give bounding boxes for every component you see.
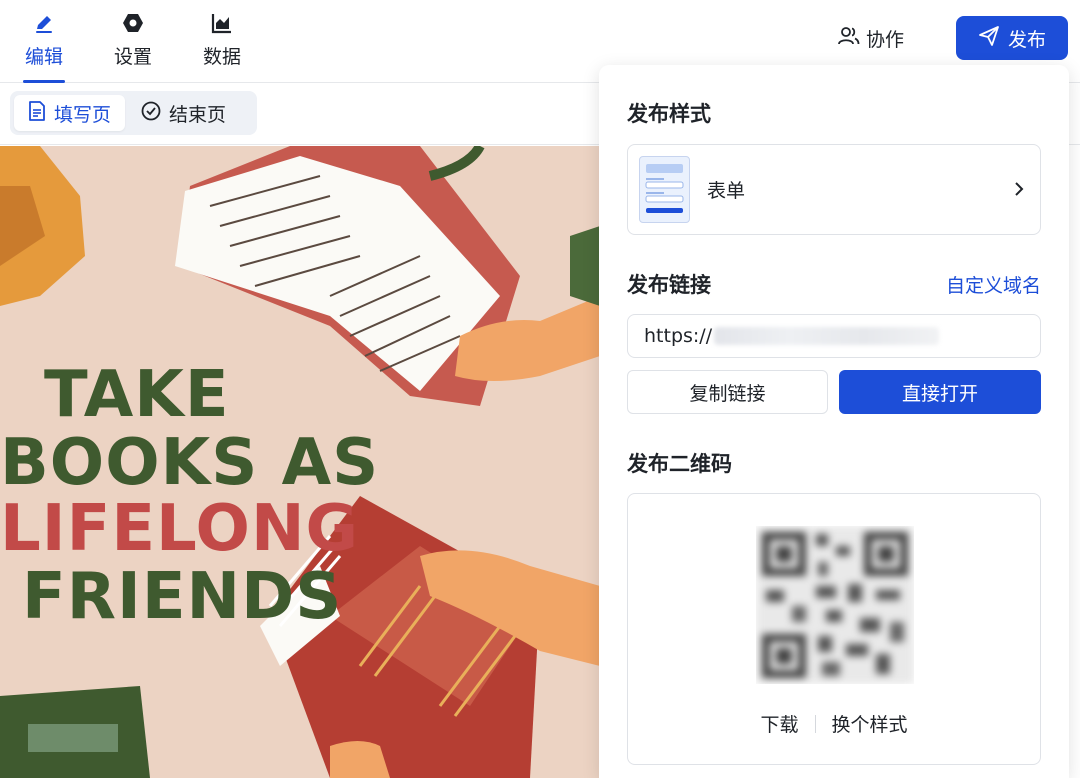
- page-segmented-control: 填写页 结束页: [10, 91, 257, 135]
- change-qr-style-button[interactable]: 换个样式: [832, 710, 908, 737]
- publish-style-selector[interactable]: 表单: [627, 144, 1041, 235]
- qr-code-image: [756, 526, 914, 684]
- tab-data[interactable]: 数据: [199, 0, 245, 83]
- tab-settings-label: 设置: [113, 46, 152, 68]
- fill-page-label: 填写页: [54, 103, 112, 126]
- chart-icon: [211, 12, 233, 34]
- pencil-icon: [33, 12, 55, 34]
- divider: [814, 714, 816, 733]
- poster-line-1: TAKE: [44, 358, 230, 432]
- tab-data-label: 数据: [202, 46, 241, 68]
- hexagon-gear-icon: [122, 12, 144, 34]
- form-canvas[interactable]: TAKE BOOKS AS LIFELONG FRIENDS: [0, 146, 600, 778]
- form-style-thumbnail: [639, 156, 690, 223]
- publish-popover: 发布样式 表单 发布链接 自定义域名 https:// 复制链接 直接打开 发布…: [599, 65, 1069, 778]
- open-link-button[interactable]: 直接打开: [839, 370, 1041, 414]
- tab-edit-label: 编辑: [24, 46, 63, 68]
- qr-actions: 下载 换个样式: [628, 710, 1040, 737]
- url-redacted: [714, 327, 940, 345]
- poster-line-2: BOOKS AS: [0, 426, 380, 500]
- custom-domain-link[interactable]: 自定义域名: [946, 271, 1041, 298]
- users-icon: [838, 25, 860, 52]
- tab-settings[interactable]: 设置: [110, 0, 156, 83]
- end-page-tab[interactable]: 结束页: [127, 95, 240, 131]
- publish-style-title: 发布样式: [627, 102, 711, 126]
- collaborate-label: 协作: [866, 28, 905, 51]
- download-qr-button[interactable]: 下载: [760, 710, 798, 737]
- poster-line-4: FRIENDS: [22, 560, 343, 634]
- chevron-right-icon: [1014, 181, 1024, 201]
- check-circle-icon: [141, 101, 161, 126]
- tab-edit[interactable]: 编辑: [21, 0, 67, 83]
- url-prefix: https://: [644, 325, 713, 347]
- fill-page-tab[interactable]: 填写页: [14, 95, 126, 131]
- poster-line-3: LIFELONG: [0, 492, 360, 566]
- publish-style-name: 表单: [707, 180, 746, 202]
- collaborate-button[interactable]: 协作: [838, 24, 904, 52]
- publish-label: 发布: [1007, 28, 1046, 51]
- publish-url-field[interactable]: https://: [627, 314, 1041, 358]
- end-page-label: 结束页: [169, 103, 227, 126]
- publish-button[interactable]: 发布: [956, 16, 1068, 60]
- qr-code-card: 下载 换个样式: [627, 493, 1041, 765]
- send-icon: [978, 25, 1000, 52]
- copy-link-button[interactable]: 复制链接: [627, 370, 828, 414]
- publish-link-title: 发布链接: [627, 273, 711, 297]
- document-icon: [28, 100, 46, 126]
- publish-qr-title: 发布二维码: [627, 452, 732, 476]
